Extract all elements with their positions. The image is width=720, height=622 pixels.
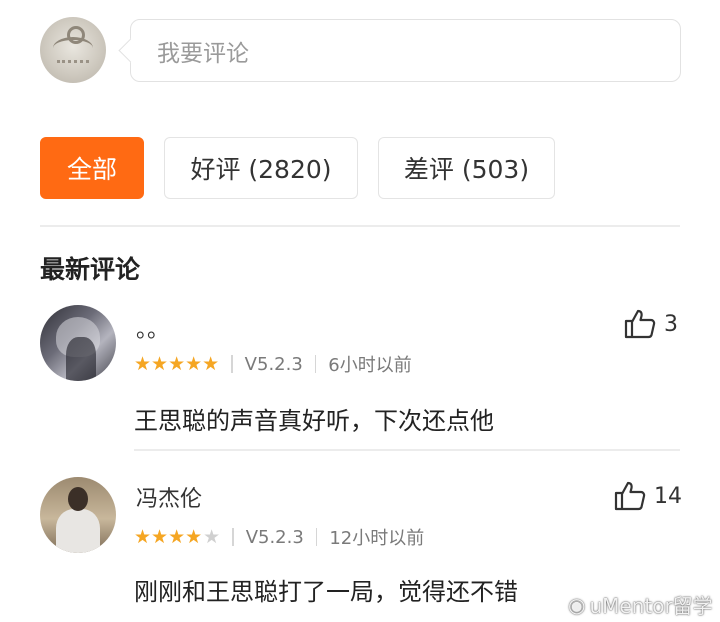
filter-good-reviews-button[interactable]: 好评 (2820) xyxy=(164,137,358,199)
star-empty-icon: ★ xyxy=(203,525,221,548)
user-avatar[interactable] xyxy=(40,305,116,381)
comment-input[interactable]: 我要评论 xyxy=(130,19,681,82)
avatar-detail xyxy=(68,487,88,511)
comment-time: 6小时以前 xyxy=(328,355,412,376)
avatar-ornament xyxy=(53,26,93,63)
section-divider xyxy=(40,225,680,227)
comment-input-placeholder: 我要评论 xyxy=(157,40,249,67)
star-icon: ★★★★★ xyxy=(134,352,220,375)
comment-divider xyxy=(134,449,680,451)
watermark: ◉ uMentor留学 xyxy=(568,590,713,619)
current-user-avatar xyxy=(40,17,106,83)
star-icon: ★★★★ xyxy=(134,525,203,548)
comment-meta: ★★★★ ★ V5.2.3 12小时以前 xyxy=(134,525,425,550)
like-button[interactable]: 3 xyxy=(624,309,678,339)
thumbs-up-icon xyxy=(624,309,656,339)
weibo-icon: ◉ xyxy=(568,592,586,617)
like-count: 3 xyxy=(664,311,678,337)
user-avatar[interactable] xyxy=(40,477,116,553)
meta-divider xyxy=(315,528,318,546)
comment-text: 王思聪的声音真好听，下次还点他 xyxy=(134,407,494,435)
filter-bad-reviews-button[interactable]: 差评 (503) xyxy=(378,137,555,199)
app-version: V5.2.3 xyxy=(245,526,304,548)
like-count: 14 xyxy=(654,483,682,509)
comment-username[interactable]: 冯杰伦 xyxy=(136,481,202,513)
comment-meta: ★★★★★ V5.2.3 6小时以前 xyxy=(134,352,412,377)
filter-all-button[interactable]: 全部 xyxy=(40,137,144,199)
watermark-text: uMentor留学 xyxy=(589,594,713,618)
meta-divider xyxy=(232,528,234,546)
comment-time: 12小时以前 xyxy=(329,528,425,549)
rating-stars: ★★★★★ xyxy=(134,525,221,548)
meta-divider xyxy=(231,355,233,373)
meta-divider xyxy=(314,355,317,373)
comment-text: 刚刚和王思聪打了一局，觉得还不错 xyxy=(134,578,518,606)
comment-username[interactable]: 。。 xyxy=(136,312,169,344)
rating-stars: ★★★★★ xyxy=(134,352,220,375)
latest-comments-title: 最新评论 xyxy=(40,255,141,284)
avatar-detail xyxy=(56,509,100,553)
avatar-detail xyxy=(66,337,96,381)
like-button[interactable]: 14 xyxy=(614,481,682,511)
thumbs-up-icon xyxy=(614,481,646,511)
app-version: V5.2.3 xyxy=(244,353,303,375)
